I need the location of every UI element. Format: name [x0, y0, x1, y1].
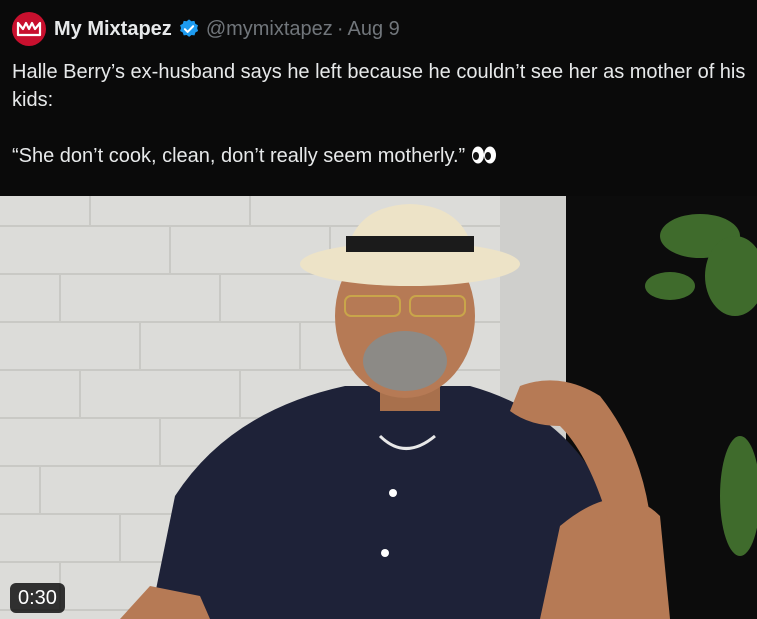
- timestamp[interactable]: Aug 9: [347, 18, 399, 41]
- mixtapez-crown-logo-icon: [16, 21, 42, 37]
- tweet-text-quote: “She don’t cook, clean, don’t really see…: [12, 142, 747, 173]
- tweet-text-line: Halle Berry’s ex-husband says he left be…: [12, 61, 746, 111]
- quote-text: “She don’t cook, clean, don’t really see…: [12, 145, 466, 167]
- verified-badge-icon: [178, 18, 200, 40]
- separator: ·: [336, 17, 344, 40]
- eyes-emoji-icon: [471, 145, 497, 173]
- tweet-text: Halle Berry’s ex-husband says he left be…: [12, 58, 747, 173]
- video-frame: [0, 196, 757, 619]
- display-name[interactable]: My Mixtapez: [54, 18, 172, 41]
- video-player[interactable]: 0:30: [0, 196, 757, 619]
- video-duration: 0:30: [10, 583, 65, 613]
- tweet-header: My Mixtapez @mymixtapez · Aug 9: [12, 12, 400, 46]
- avatar[interactable]: [12, 12, 46, 46]
- tweet[interactable]: My Mixtapez @mymixtapez · Aug 9 Halle Be…: [0, 0, 757, 619]
- handle[interactable]: @mymixtapez: [206, 18, 333, 41]
